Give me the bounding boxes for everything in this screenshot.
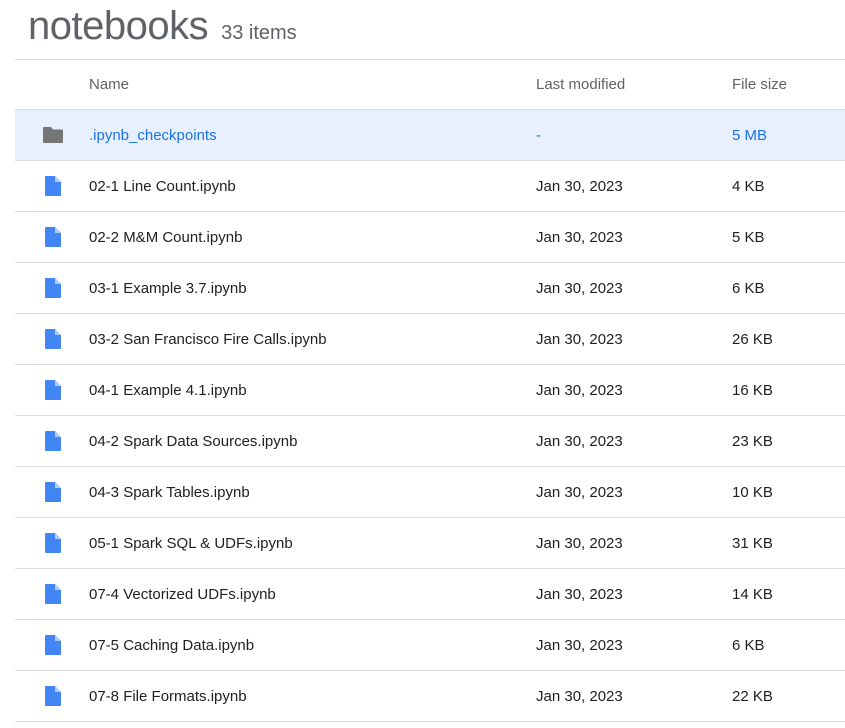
file-icon-shape	[45, 329, 61, 349]
item-file-size: 14 KB	[732, 585, 773, 603]
file-icon	[41, 365, 65, 415]
item-last-modified: -	[536, 126, 541, 144]
item-file-size: 6 KB	[732, 636, 765, 654]
item-name[interactable]: 02-1 Line Count.ipynb	[89, 161, 236, 211]
table-header: Name Last modified File size	[15, 60, 845, 110]
file-icon	[41, 620, 65, 670]
column-header-file-size[interactable]: File size	[732, 60, 787, 109]
file-browser: notebooks 33 items Name Last modified Fi…	[0, 0, 845, 728]
item-name[interactable]: 03-2 San Francisco Fire Calls.ipynb	[89, 314, 327, 364]
file-icon	[41, 263, 65, 313]
file-icon	[41, 671, 65, 721]
item-last-modified: Jan 30, 2023	[536, 228, 623, 246]
file-row[interactable]: 07-8 File Formats.ipynb Jan 30, 2023 22 KB	[15, 671, 845, 722]
file-icon-shape	[45, 635, 61, 655]
item-file-size: 5 KB	[732, 228, 765, 246]
item-last-modified: Jan 30, 2023	[536, 483, 623, 501]
file-icon-shape	[45, 278, 61, 298]
item-count: 33 items	[221, 22, 297, 44]
item-name[interactable]: .ipynb_checkpoints	[89, 110, 217, 160]
file-rows: .ipynb_checkpoints - 5 MB 02-1 Line Count.i…	[15, 110, 845, 722]
column-header-name[interactable]: Name	[89, 60, 129, 109]
file-row[interactable]: 03-1 Example 3.7.ipynb Jan 30, 2023 6 KB	[15, 263, 845, 314]
file-icon-shape	[45, 584, 61, 604]
file-icon-shape	[45, 533, 61, 553]
folder-title: notebooks	[28, 4, 209, 48]
item-name[interactable]: 07-8 File Formats.ipynb	[89, 671, 247, 721]
item-name[interactable]: 03-1 Example 3.7.ipynb	[89, 263, 247, 313]
item-name[interactable]: 02-2 M&M Count.ipynb	[89, 212, 242, 262]
file-row[interactable]: 02-2 M&M Count.ipynb Jan 30, 2023 5 KB	[15, 212, 845, 263]
file-icon	[41, 212, 65, 262]
item-last-modified: Jan 30, 2023	[536, 177, 623, 195]
file-icon-shape	[45, 176, 61, 196]
file-row[interactable]: 02-1 Line Count.ipynb Jan 30, 2023 4 KB	[15, 161, 845, 212]
item-file-size: 5 MB	[732, 126, 768, 144]
file-icon-shape	[45, 686, 61, 706]
item-last-modified: Jan 30, 2023	[536, 636, 623, 654]
folder-row[interactable]: .ipynb_checkpoints - 5 MB	[15, 110, 845, 161]
item-file-size: 26 KB	[732, 330, 773, 348]
column-header-last-modified[interactable]: Last modified	[536, 60, 625, 109]
folder-header: notebooks 33 items	[28, 2, 297, 54]
file-icon	[41, 161, 65, 211]
item-file-size: 16 KB	[732, 381, 773, 399]
item-name[interactable]: 04-2 Spark Data Sources.ipynb	[89, 416, 297, 466]
item-file-size: 23 KB	[732, 432, 773, 450]
file-icon	[41, 314, 65, 364]
item-last-modified: Jan 30, 2023	[536, 381, 623, 399]
file-row[interactable]: 04-1 Example 4.1.ipynb Jan 30, 2023 16 KB	[15, 365, 845, 416]
item-name[interactable]: 05-1 Spark SQL & UDFs.ipynb	[89, 518, 293, 568]
file-icon-shape	[45, 431, 61, 451]
file-icon-shape	[45, 482, 61, 502]
item-last-modified: Jan 30, 2023	[536, 534, 623, 552]
file-row[interactable]: 04-3 Spark Tables.ipynb Jan 30, 2023 10 KB	[15, 467, 845, 518]
item-last-modified: Jan 30, 2023	[536, 279, 623, 297]
file-row[interactable]: 07-4 Vectorized UDFs.ipynb Jan 30, 2023 14…	[15, 569, 845, 620]
item-file-size: 22 KB	[732, 687, 773, 705]
file-icon-shape	[45, 227, 61, 247]
item-file-size: 10 KB	[732, 483, 773, 501]
file-row[interactable]: 05-1 Spark SQL & UDFs.ipynb Jan 30, 2023 3…	[15, 518, 845, 569]
file-row[interactable]: 03-2 San Francisco Fire Calls.ipynb Jan 3…	[15, 314, 845, 365]
file-row[interactable]: 04-2 Spark Data Sources.ipynb Jan 30, 202…	[15, 416, 845, 467]
file-icon	[41, 569, 65, 619]
file-icon	[41, 518, 65, 568]
item-file-size: 6 KB	[732, 279, 765, 297]
item-name[interactable]: 04-1 Example 4.1.ipynb	[89, 365, 247, 415]
item-file-size: 4 KB	[732, 177, 765, 195]
file-icon	[41, 416, 65, 466]
folder-icon-shape	[43, 127, 63, 143]
item-file-size: 31 KB	[732, 534, 773, 552]
file-table: Name Last modified File size .ipynb_chec…	[15, 59, 845, 722]
item-last-modified: Jan 30, 2023	[536, 687, 623, 705]
item-last-modified: Jan 30, 2023	[536, 432, 623, 450]
file-icon	[41, 467, 65, 517]
folder-icon	[41, 110, 65, 160]
item-last-modified: Jan 30, 2023	[536, 330, 623, 348]
item-name[interactable]: 04-3 Spark Tables.ipynb	[89, 467, 250, 517]
item-name[interactable]: 07-4 Vectorized UDFs.ipynb	[89, 569, 276, 619]
item-last-modified: Jan 30, 2023	[536, 585, 623, 603]
file-icon-shape	[45, 380, 61, 400]
file-row[interactable]: 07-5 Caching Data.ipynb Jan 30, 2023 6 KB	[15, 620, 845, 671]
item-name[interactable]: 07-5 Caching Data.ipynb	[89, 620, 254, 670]
